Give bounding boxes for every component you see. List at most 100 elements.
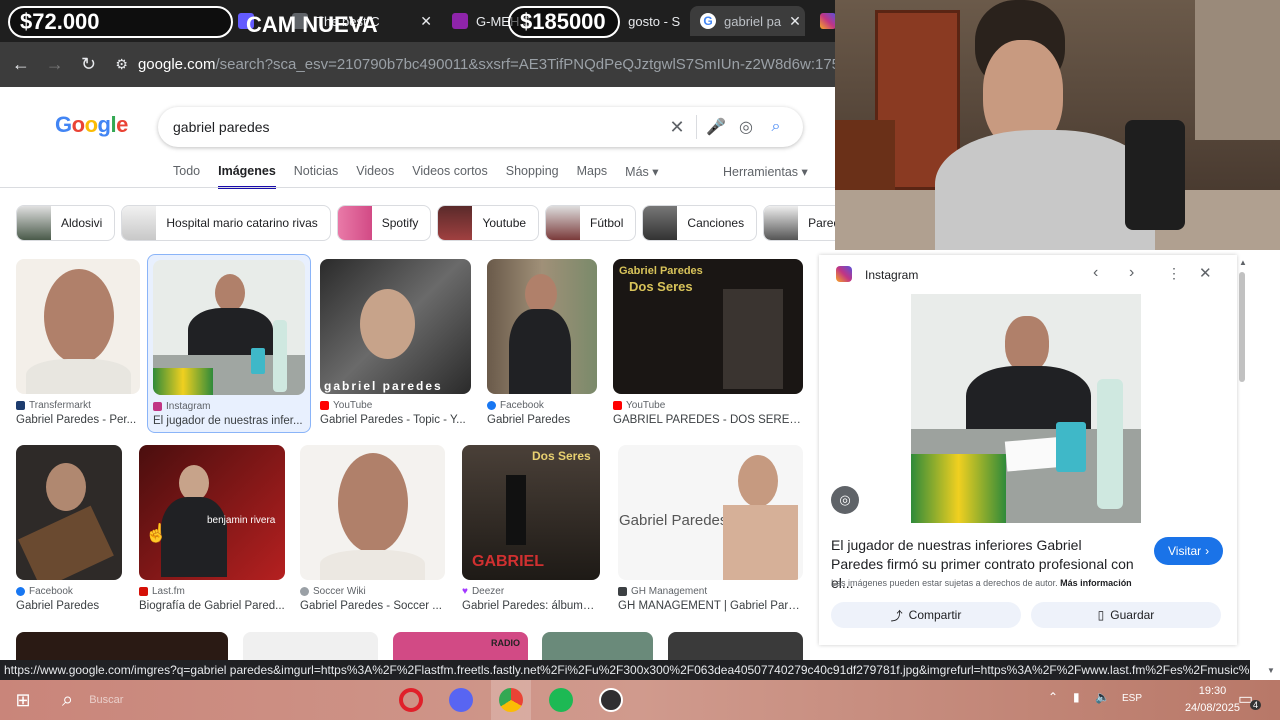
- image-result-selected[interactable]: Instagram El jugador de nuestras infer..…: [147, 254, 311, 433]
- image-result-partial[interactable]: [243, 632, 378, 660]
- tab-strip: The best C ✕ G-MEH 3 gosto - S ✕ G gabri…: [0, 0, 836, 42]
- panel-source[interactable]: Instagram: [865, 268, 918, 282]
- opera-icon[interactable]: [391, 680, 431, 720]
- image-result[interactable]: Soccer Wiki Gabriel Paredes - Soccer ...: [300, 445, 445, 612]
- tab-news[interactable]: Noticias: [294, 164, 338, 189]
- tab-videos[interactable]: Videos: [356, 164, 394, 189]
- copyright-note: Las imágenes pueden estar sujetas a dere…: [831, 578, 1132, 588]
- tab-shopping[interactable]: Shopping: [506, 164, 559, 189]
- more-info-link[interactable]: Más información: [1060, 578, 1132, 588]
- scrollbar[interactable]: ▲: [1237, 258, 1247, 658]
- result-title: El jugador de nuestras infer...: [153, 415, 303, 427]
- search-box[interactable]: gabriel paredes ✕ 🎤 ◎ ⌕: [158, 107, 803, 147]
- site-info-icon[interactable]: ⚙: [115, 56, 128, 73]
- chrome-icon[interactable]: [491, 680, 531, 720]
- image-result-partial[interactable]: RADIO: [393, 632, 528, 660]
- taskbar-clock[interactable]: 19:30 24/08/2025: [1185, 683, 1240, 717]
- save-button[interactable]: ▯ Guardar: [1031, 602, 1221, 628]
- chip-futbol[interactable]: Fútbol: [545, 205, 637, 241]
- result-title: Gabriel Paredes - Topic - Y...: [320, 414, 466, 426]
- result-thumbnail[interactable]: [16, 445, 122, 580]
- discord-icon[interactable]: [441, 680, 481, 720]
- hoodie: [935, 130, 1155, 250]
- result-thumbnail[interactable]: gabriel paredes: [320, 259, 471, 394]
- result-thumbnail[interactable]: Gabriel Paredes Dos Seres: [613, 259, 803, 394]
- tools-menu[interactable]: Herramientas ▾: [723, 164, 808, 179]
- image-result[interactable]: Gabriel Paredes GH Management GH MANAGEM…: [618, 445, 803, 612]
- google-logo[interactable]: Google: [55, 112, 128, 138]
- spotify-icon[interactable]: [541, 680, 581, 720]
- next-icon[interactable]: ›: [1129, 264, 1134, 282]
- result-title: Biografía de Gabriel Pared...: [139, 600, 285, 612]
- share-button[interactable]: ⤴ Compartir: [831, 602, 1021, 628]
- image-result-partial[interactable]: [16, 632, 228, 660]
- chip-canciones[interactable]: Canciones: [642, 205, 758, 241]
- tray-chevron-icon[interactable]: ⌃: [1048, 690, 1058, 704]
- tab-images[interactable]: Imágenes: [218, 164, 276, 189]
- image-result[interactable]: Facebook Gabriel Paredes: [487, 259, 597, 426]
- result-thumbnail[interactable]: [487, 259, 597, 394]
- result-thumbnail[interactable]: Gabriel Paredes: [618, 445, 803, 580]
- preview-image[interactable]: [911, 294, 1141, 523]
- start-windows-icon[interactable]: ⊞: [0, 680, 46, 720]
- back-icon[interactable]: ←: [4, 47, 38, 83]
- result-thumbnail[interactable]: [16, 259, 140, 394]
- tab-todo[interactable]: Todo: [173, 164, 200, 189]
- result-thumbnail[interactable]: Dos Seres GABRIEL: [462, 445, 600, 580]
- search-icon[interactable]: ⌕: [761, 118, 791, 136]
- result-thumbnail[interactable]: benjamin rivera: [139, 445, 285, 580]
- taskbar: ⊞ ⌕ Buscar ⌃ ▮ 🔈 ESP ▭ 4: [0, 680, 1280, 720]
- chip-spotify[interactable]: Spotify: [336, 205, 432, 241]
- search-input[interactable]: gabriel paredes: [173, 119, 662, 135]
- url-field[interactable]: ⚙ google.com/search?sca_esv=210790b7bc49…: [115, 56, 835, 73]
- chip-hospital[interactable]: Hospital mario catarino rivas: [121, 205, 331, 241]
- image-result[interactable]: Facebook Gabriel Paredes: [16, 445, 122, 612]
- image-preview-panel: Instagram ‹ › ⋮ ✕ ◎ El jugador de nuestr…: [819, 255, 1237, 645]
- instagram-icon: [820, 13, 836, 29]
- browser-tab-active[interactable]: G gabriel pa ✕: [690, 6, 805, 36]
- bookmark-icon: ▯: [1097, 608, 1105, 622]
- stream-overlay-title: CAM NUEVA: [246, 12, 378, 37]
- chip-youtube[interactable]: Youtube: [437, 205, 540, 241]
- microphone-icon[interactable]: 🎤: [701, 117, 731, 137]
- clear-icon[interactable]: ✕: [662, 117, 692, 138]
- obs-icon[interactable]: [591, 680, 631, 720]
- result-source: Facebook: [16, 586, 122, 597]
- more-options-icon[interactable]: ⋮: [1167, 265, 1181, 282]
- chip-aldosivi[interactable]: Aldosivi: [16, 205, 116, 241]
- result-title: GABRIEL PAREDES - DOS SERES...: [613, 414, 803, 426]
- battery-icon[interactable]: ▮: [1073, 690, 1080, 704]
- close-icon[interactable]: ✕: [420, 13, 432, 30]
- close-icon[interactable]: ✕: [789, 13, 801, 30]
- lens-icon[interactable]: ◎: [731, 117, 761, 137]
- close-icon[interactable]: ✕: [1199, 264, 1212, 282]
- image-result[interactable]: Dos Seres GABRIEL ♥ Deezer Gabriel Parede…: [462, 445, 600, 612]
- refinement-chips: Aldosivi Hospital mario catarino rivas S…: [16, 205, 874, 241]
- image-result[interactable]: Transfermarkt Gabriel Paredes - Per...: [16, 259, 140, 426]
- lens-icon[interactable]: ◎: [831, 486, 859, 514]
- mouse-cursor-icon: ☝: [145, 523, 168, 543]
- tab-maps[interactable]: Maps: [577, 164, 608, 189]
- result-source: Transfermarkt: [16, 400, 140, 411]
- reload-icon[interactable]: ↻: [72, 47, 106, 83]
- visit-button[interactable]: Visitar ›: [1154, 537, 1224, 565]
- image-result[interactable]: Gabriel Paredes Dos Seres YouTube GABRIE…: [613, 259, 803, 426]
- image-result[interactable]: gabriel paredes YouTube Gabriel Paredes …: [320, 259, 471, 426]
- tab-more[interactable]: Más ▾: [625, 164, 658, 189]
- taskbar-search[interactable]: ⌕ Buscar: [46, 680, 206, 720]
- scroll-down-icon[interactable]: ▼: [1267, 666, 1275, 675]
- previous-icon[interactable]: ‹: [1093, 264, 1098, 282]
- result-source: Instagram: [153, 401, 305, 412]
- language-indicator[interactable]: ESP: [1122, 693, 1142, 704]
- tab-short-videos[interactable]: Videos cortos: [412, 164, 488, 189]
- result-source: Facebook: [487, 400, 597, 411]
- forward-icon[interactable]: →: [38, 47, 72, 83]
- caret-down-icon: ▾: [652, 165, 659, 179]
- result-thumbnail[interactable]: [300, 445, 445, 580]
- image-result-partial[interactable]: [668, 632, 803, 660]
- stream-overlay-price-left: $72.000: [8, 6, 233, 38]
- result-thumbnail[interactable]: [153, 260, 305, 395]
- image-result-partial[interactable]: [542, 632, 653, 660]
- result-title: Gabriel Paredes - Per...: [16, 414, 137, 426]
- volume-icon[interactable]: 🔈: [1095, 690, 1110, 704]
